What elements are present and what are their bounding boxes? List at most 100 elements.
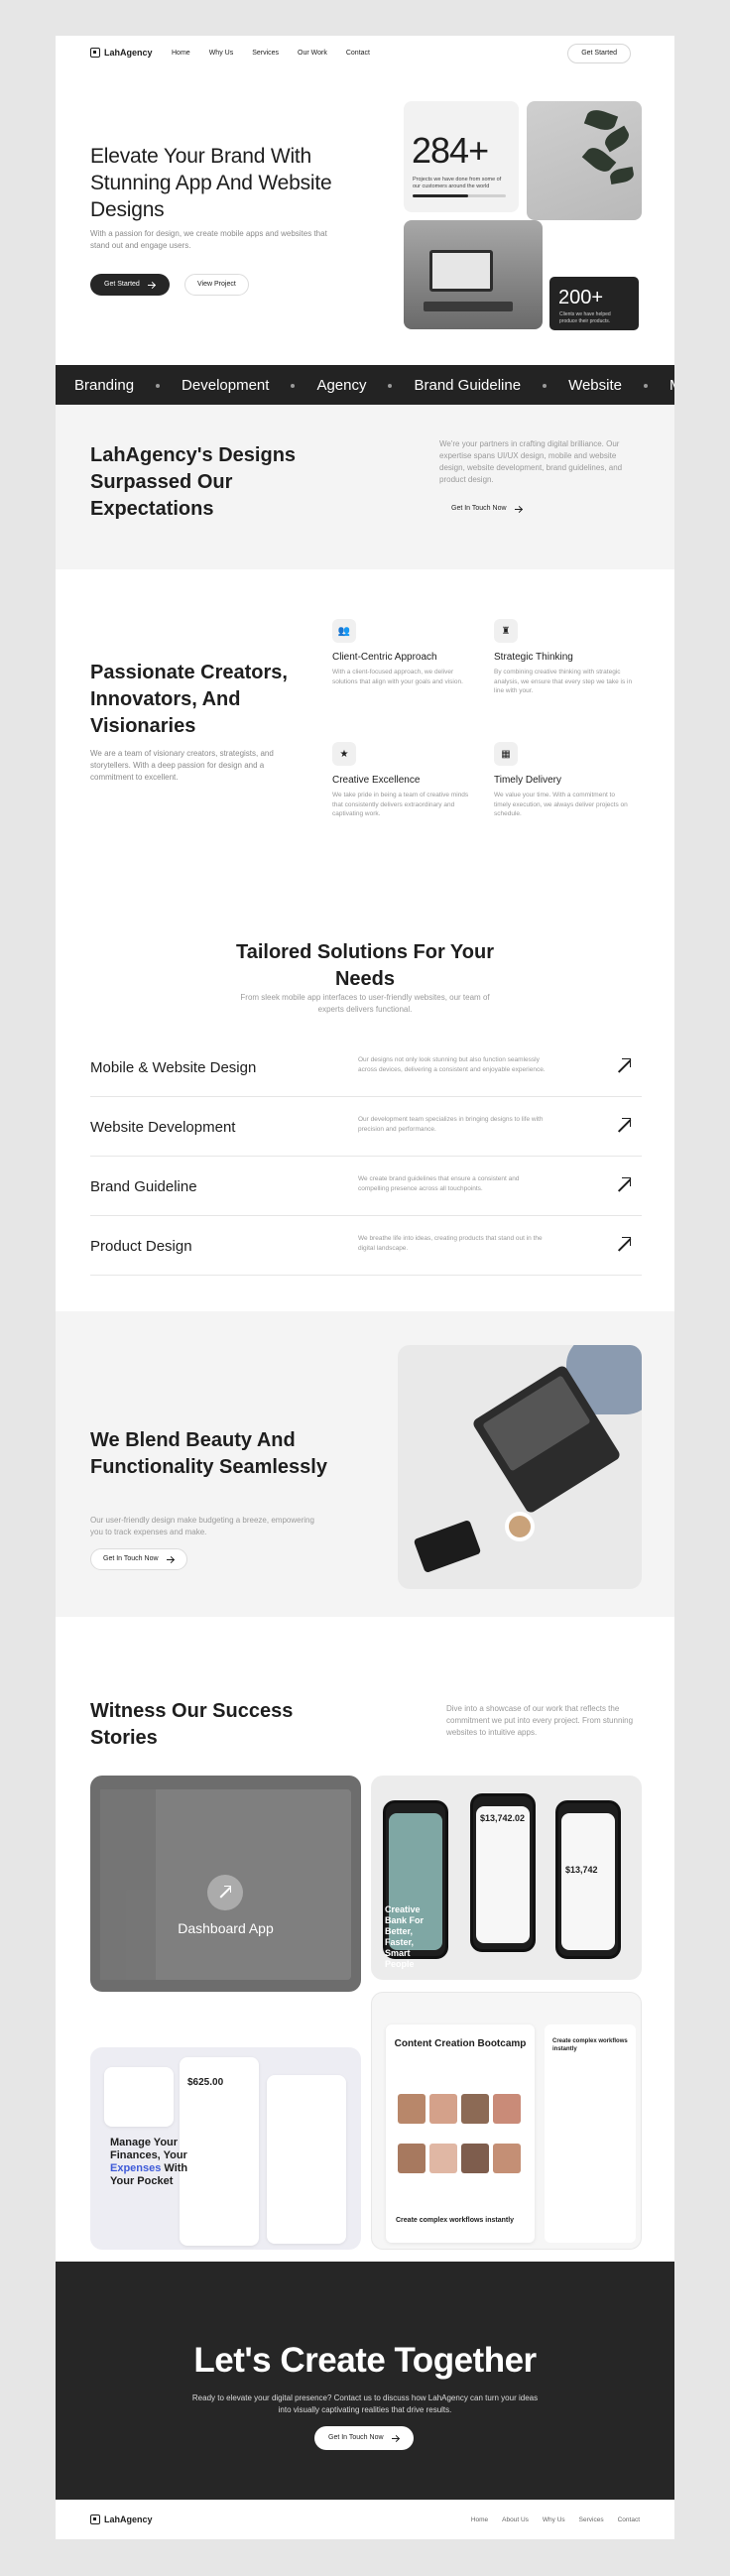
balance-amount: $13,742	[565, 1865, 598, 1875]
ticker-item: Mo	[669, 377, 674, 394]
cta-section: Let's Create Together Ready to elevate y…	[56, 2262, 674, 2500]
feature-text: We take pride in being a team of creativ…	[332, 792, 469, 817]
ticker-item: Development	[182, 377, 316, 394]
nav-link-our-work[interactable]: Our Work	[298, 50, 327, 57]
service-description: Our development team specializes in brin…	[358, 1116, 544, 1133]
arrow-up-right-icon[interactable]	[207, 1875, 243, 1910]
ticker-dot	[291, 383, 296, 388]
feature-strategic-thinking: ♜ Strategic Thinking By combining creati…	[494, 619, 643, 696]
project-side-text: Create complex workflows instantly	[552, 2038, 628, 2052]
hero-title: Elevate Your Brand With Stunning App And…	[90, 145, 332, 221]
service-row-mobile-website-design[interactable]: Mobile & Website Design Our designs not …	[90, 1038, 642, 1097]
feature-text: We value your time. With a commitment to…	[494, 792, 628, 817]
services-ticker: Branding Development Agency Brand Guideline…	[56, 365, 674, 405]
ticker-item: Agency	[316, 377, 414, 394]
service-name: Brand Guideline	[90, 1178, 197, 1195]
clients-stat-card: 200+ Clients we have helped produce thei…	[547, 274, 642, 333]
logo-icon	[90, 2515, 100, 2524]
projects-progress-bar	[413, 194, 506, 197]
arrow-up-right-icon[interactable]	[614, 1236, 632, 1254]
nav-link-home[interactable]: Home	[172, 50, 190, 57]
ticker-item: Brand Guideline	[414, 377, 568, 394]
projects-label: Projects we have done from some of our c…	[413, 177, 502, 189]
get-started-button[interactable]: Get Started	[90, 274, 170, 296]
project-card-dashboard-app[interactable]: Dashboard App	[90, 1776, 361, 1992]
footer-links: Home About Us Why Us Services Contact	[471, 2516, 640, 2523]
feature-timely-delivery: ▦ Timely Delivery We value your time. Wi…	[494, 742, 643, 819]
arrow-up-right-icon[interactable]	[614, 1176, 632, 1194]
project-heading: Content Creation Bootcamp	[394, 2038, 527, 2049]
chess-icon: ♜	[494, 619, 518, 643]
project-label: Dashboard App	[178, 1920, 274, 1936]
service-description: We create brand guidelines that ensure a…	[358, 1175, 520, 1192]
hero-subtitle: With a passion for design, we create mob…	[90, 229, 327, 250]
footer-logo[interactable]: LahAgency	[90, 2515, 153, 2524]
footer-brand-name: LahAgency	[104, 2515, 153, 2524]
cta-subtitle: Ready to elevate your digital presence? …	[191, 2393, 539, 2414]
service-row-product-design[interactable]: Product Design We breathe life into idea…	[90, 1216, 642, 1276]
ticker-dot	[543, 383, 548, 388]
service-row-brand-guideline[interactable]: Brand Guideline We create brand guidelin…	[90, 1157, 642, 1216]
top-navigation: LahAgency Home Why Us Services Our Work …	[56, 36, 674, 71]
get-in-touch-label: Get In Touch Now	[103, 1555, 159, 1562]
calendar-icon: ▦	[494, 742, 518, 766]
view-project-button[interactable]: View Project	[184, 274, 249, 296]
testimonial-title: LahAgency's Designs Surpassed Our Expect…	[90, 444, 297, 520]
brand-name: LahAgency	[104, 48, 153, 58]
landing-page: LahAgency Home Why Us Services Our Work …	[56, 36, 674, 2539]
blend-title: We Blend Beauty And Functionality Seamle…	[90, 1429, 327, 1478]
footer-link-contact[interactable]: Contact	[618, 2516, 640, 2523]
arrow-up-right-icon[interactable]	[614, 1117, 632, 1135]
get-in-touch-label: Get In Touch Now	[451, 505, 507, 512]
project-card-banking-app[interactable]: Creative Bank For Better, Faster, Smart …	[371, 1776, 642, 1980]
workspace-photo	[404, 220, 543, 329]
cta-title: Let's Create Together	[193, 2341, 537, 2380]
service-row-website-development[interactable]: Website Development Our development team…	[90, 1097, 642, 1157]
feature-text: With a client-focused approach, we deliv…	[332, 669, 463, 685]
ticker-dot	[643, 383, 648, 388]
project-caption: Create complex workflows instantly	[396, 2217, 515, 2224]
get-in-touch-button-2[interactable]: Get In Touch Now	[90, 1548, 187, 1570]
nav-link-contact[interactable]: Contact	[346, 50, 370, 57]
clients-count: 200+	[558, 287, 604, 308]
footer-link-services[interactable]: Services	[579, 2516, 604, 2523]
footer-link-home[interactable]: Home	[471, 2516, 488, 2523]
logo-icon	[90, 48, 100, 58]
footer-link-about-us[interactable]: About Us	[502, 2516, 529, 2523]
portfolio-title: Witness Our Success Stories	[90, 1700, 294, 1749]
footer-link-why-us[interactable]: Why Us	[543, 2516, 565, 2523]
users-icon: 👥	[332, 619, 356, 643]
service-description: Our designs not only look stunning but a…	[358, 1056, 546, 1073]
nav-link-why-us[interactable]: Why Us	[209, 50, 234, 57]
ticker-dot	[156, 383, 161, 388]
service-name: Mobile & Website Design	[90, 1059, 257, 1076]
feature-text: By combining creative thinking with stra…	[494, 669, 633, 694]
feature-title: Client-Centric Approach	[332, 652, 437, 663]
clients-label: Clients we have helped produce their pro…	[559, 311, 611, 324]
projects-stat-card: 284+ Projects we have done from some of …	[404, 101, 519, 212]
arrow-right-icon	[391, 2435, 400, 2441]
project-tagline: Manage Your Finances, Your Expenses With…	[110, 2137, 188, 2187]
brand-logo[interactable]: LahAgency	[90, 48, 153, 58]
nav-links: Home Why Us Services Our Work Contact	[172, 50, 370, 57]
arrow-up-right-icon[interactable]	[614, 1057, 632, 1075]
get-in-touch-label: Get In Touch Now	[328, 2434, 384, 2441]
get-in-touch-button-1[interactable]: Get In Touch Now	[439, 498, 535, 520]
project-card-bootcamp-site[interactable]: Content Creation Bootcamp Create complex…	[371, 1992, 642, 2250]
get-in-touch-button-3[interactable]: Get In Touch Now	[314, 2426, 414, 2450]
arrow-right-icon	[514, 506, 523, 512]
laptop-photo	[398, 1345, 642, 1589]
project-tagline: Creative Bank For Better, Faster, Smart …	[385, 1904, 425, 1969]
services-title: Tailored Solutions For Your Needs	[235, 941, 494, 990]
plant-photo	[527, 101, 642, 220]
ticker-item: Branding	[74, 377, 182, 394]
projects-count: 284+	[412, 130, 489, 171]
team-subtitle: We are a team of visionary creators, str…	[90, 749, 274, 782]
portfolio-subtitle: Dive into a showcase of our work that re…	[446, 1704, 634, 1737]
project-card-finance-app[interactable]: $625.00 Manage Your Finances, Your Expen…	[90, 2047, 361, 2250]
arrow-right-icon	[166, 1556, 175, 1562]
get-started-nav-button[interactable]: Get Started	[567, 44, 631, 63]
star-icon: ★	[332, 742, 356, 766]
balance-amount: $13,742.02	[480, 1813, 526, 1823]
nav-link-services[interactable]: Services	[252, 50, 279, 57]
